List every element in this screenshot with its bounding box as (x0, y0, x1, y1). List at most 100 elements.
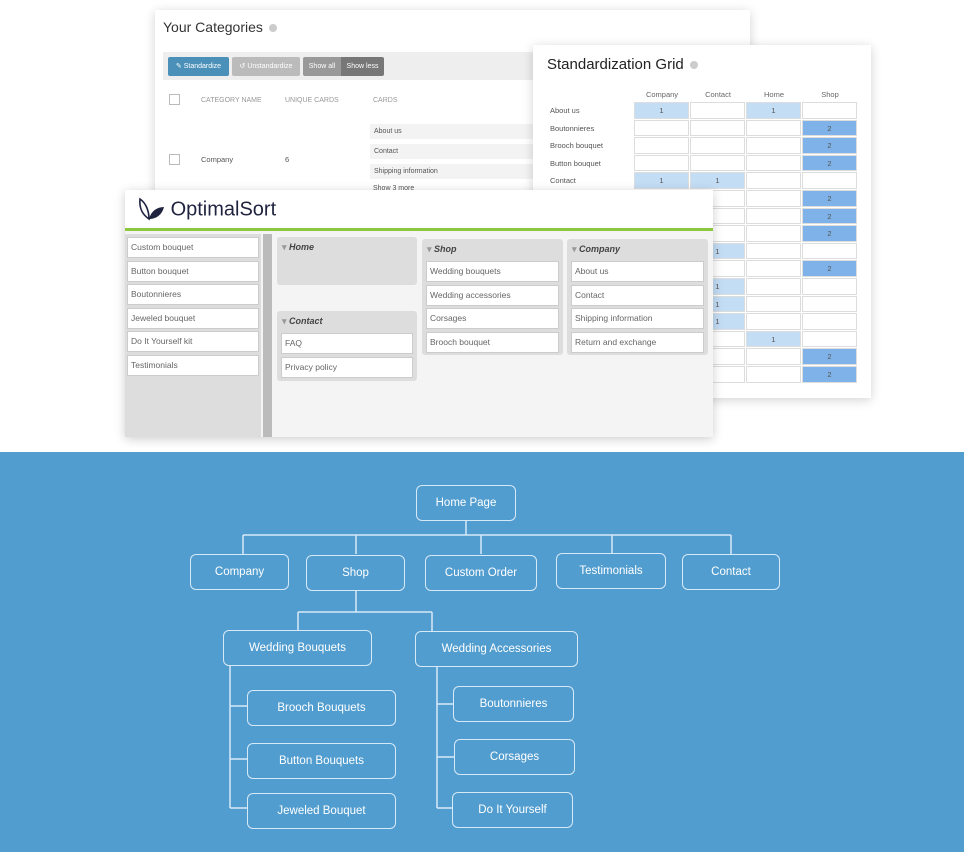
sorted-card[interactable]: FAQ (281, 333, 413, 354)
grid-cell[interactable] (634, 137, 689, 154)
grid-cell[interactable]: 2 (802, 207, 857, 225)
unsorted-card[interactable]: Testimonials (127, 354, 259, 376)
unsorted-card[interactable]: Button bouquet (127, 260, 259, 282)
column-header-cards: CARDS (373, 97, 398, 104)
sorted-card[interactable]: About us (571, 261, 704, 282)
grid-cell[interactable]: 1 (746, 330, 801, 348)
sorted-card[interactable]: Privacy policy (281, 356, 413, 378)
unsorted-cards-list: Custom bouquet Button bouquet Boutonnieres… (125, 234, 261, 437)
unsorted-card[interactable]: Custom bouquet (127, 237, 259, 258)
grid-cell[interactable] (746, 137, 801, 154)
unsorted-card[interactable]: Do It Yourself kit (127, 331, 259, 352)
category-name: Company (201, 155, 234, 164)
sorted-card[interactable]: Brooch bouquet (426, 331, 559, 353)
card-item: Contact (370, 144, 550, 159)
unsorted-card[interactable]: Jeweled bouquet (127, 307, 259, 329)
grid-cell[interactable] (746, 207, 801, 225)
optimalsort-panel: OptimalSort Custom bouquet Button bouquet… (125, 190, 713, 437)
group-name[interactable]: Contact (282, 316, 323, 327)
optimalsort-logo: OptimalSort (137, 197, 276, 223)
grid-cell[interactable] (802, 330, 857, 348)
category-group-home: Home (277, 237, 417, 285)
grid-cell[interactable]: 1 (690, 172, 745, 189)
grid-cell[interactable] (802, 172, 857, 189)
sorted-card[interactable]: Shipping information (571, 308, 704, 329)
show-all-button[interactable]: Show all (303, 57, 341, 76)
grid-cell[interactable]: 2 (802, 348, 857, 365)
grid-cell[interactable]: 2 (802, 260, 857, 277)
scrollbar[interactable] (263, 234, 272, 437)
grid-cell[interactable] (690, 119, 745, 137)
grid-cell[interactable]: 1 (634, 172, 689, 189)
grid-cell[interactable]: 2 (802, 119, 857, 137)
group-name[interactable]: Company (572, 244, 620, 255)
help-icon[interactable] (689, 61, 698, 70)
node-level1: Custom Order (425, 555, 537, 591)
grid-cell[interactable] (802, 313, 857, 330)
help-icon[interactable] (268, 24, 277, 33)
node-bouquet-child: Button Bouquets (247, 743, 396, 779)
leaf-logo-icon (139, 197, 164, 221)
grid-cell[interactable] (746, 172, 801, 189)
grid-cell[interactable] (802, 278, 857, 295)
column-header-unique-cards[interactable]: UNIQUE CARDS (285, 97, 339, 104)
unstandardize-button[interactable]: ↺ Unstandardize (232, 57, 300, 76)
group-name[interactable]: Shop (427, 244, 457, 255)
grid-cell[interactable] (690, 102, 745, 119)
grid-cell[interactable]: 2 (802, 154, 857, 172)
sorted-card[interactable]: Wedding bouquets (426, 261, 559, 282)
grid-cell[interactable] (634, 154, 689, 172)
grid-cell[interactable] (802, 295, 857, 313)
grid-row-label: Button bouquet (550, 158, 601, 168)
show-less-button[interactable]: Show less (341, 57, 384, 76)
grid-cell[interactable] (746, 190, 801, 207)
grid-cell[interactable] (690, 154, 745, 172)
node-accessory-child: Corsages (454, 739, 575, 775)
sorted-card[interactable]: Return and exchange (571, 331, 704, 353)
category-group-company: Company About usContactShipping informati… (567, 239, 708, 355)
row-checkbox[interactable] (169, 154, 180, 165)
sorted-card[interactable]: Wedding accessories (426, 284, 559, 306)
grid-cell[interactable] (746, 154, 801, 172)
grid-cell[interactable]: 1 (746, 102, 801, 119)
grid-cell[interactable]: 2 (802, 137, 857, 154)
sitemap-diagram: Home Page Company Shop Custom Order Testimon… (0, 452, 964, 852)
grid-cell[interactable] (746, 278, 801, 295)
grid-cell[interactable]: 1 (634, 102, 689, 119)
category-group-contact: Contact FAQPrivacy policy (277, 311, 417, 381)
grid-cell[interactable] (802, 242, 857, 260)
grid-cell[interactable] (746, 366, 801, 383)
grid-column-header: Home (763, 90, 784, 99)
grid-cell[interactable]: 2 (802, 225, 857, 242)
sorted-card[interactable]: Corsages (426, 308, 559, 329)
grid-row-label: Contact (550, 176, 576, 186)
optimalsort-header: OptimalSort (125, 190, 713, 231)
grid-cell[interactable] (746, 295, 801, 313)
node-accessory-child: Do It Yourself (452, 792, 573, 828)
grid-cell[interactable] (634, 119, 689, 137)
grid-cell[interactable]: 2 (802, 190, 857, 207)
grid-cell[interactable] (746, 242, 801, 260)
select-all-checkbox[interactable] (169, 94, 180, 105)
grid-column-header: Contact (705, 90, 731, 99)
sorted-card[interactable]: Contact (571, 284, 704, 306)
grid-cell[interactable] (746, 260, 801, 277)
unique-cards-count: 6 (285, 155, 290, 164)
grid-column-header: Shop (821, 90, 839, 99)
grid-cell[interactable] (746, 348, 801, 365)
grid-title: Standardization Grid (547, 56, 698, 73)
grid-column-header: Company (645, 90, 679, 99)
unsorted-card[interactable]: Boutonnieres (127, 284, 259, 305)
group-name[interactable]: Home (282, 242, 314, 253)
node-level1: Shop (306, 555, 405, 591)
column-header-category-name[interactable]: CATEGORY NAME (201, 97, 262, 104)
grid-cell[interactable] (746, 119, 801, 137)
grid-cell[interactable] (802, 102, 857, 119)
card-item: About us (370, 124, 550, 139)
grid-cell[interactable] (746, 225, 801, 242)
grid-cell[interactable] (690, 137, 745, 154)
category-group-shop: Shop Wedding bouquetsWedding accessoriesC… (422, 239, 563, 355)
grid-cell[interactable] (746, 313, 801, 330)
standardize-button[interactable]: ✎ Standardize (168, 57, 229, 76)
grid-cell[interactable]: 2 (802, 366, 857, 383)
